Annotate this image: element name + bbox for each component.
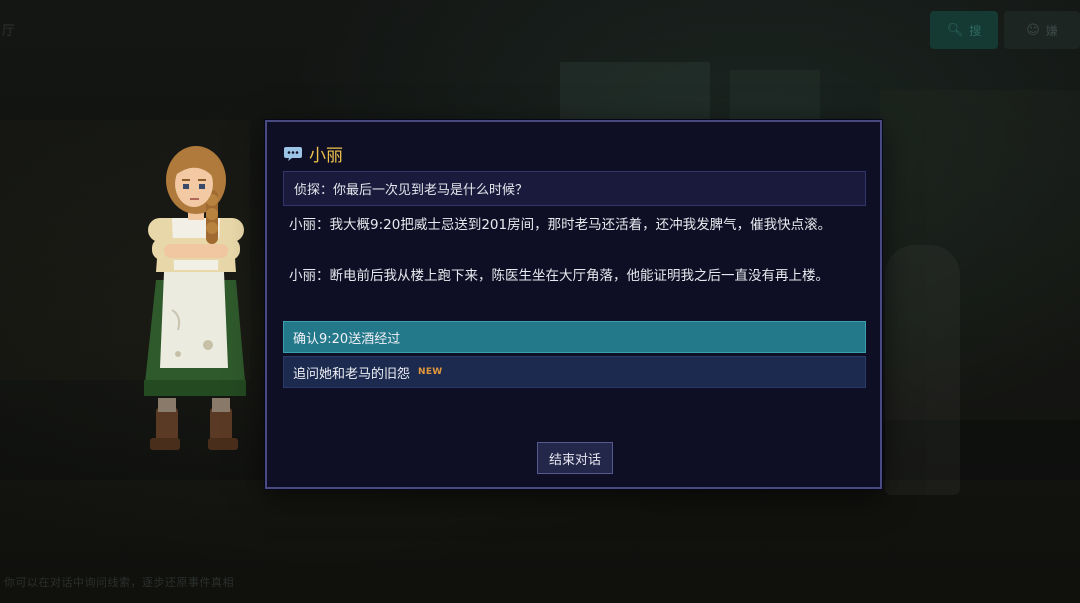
dialogue-line: 小丽：断电前后我从楼上跑下来，陈医生坐在大厅角落，他能证明我之后一直没有再上楼。 [289, 268, 829, 284]
character-portrait [144, 146, 246, 450]
background-window [730, 70, 820, 120]
question-text: 侦探：你最后一次见到老马是什么时候？ [294, 183, 529, 198]
suspects-button[interactable]: ☺ 嫌 [1004, 11, 1080, 49]
dialogue-line: 小丽：我大概9:20把威士忌送到201房间，那时老马还活着，还冲我发脾气，催我快… [289, 217, 832, 233]
dialogue-option-confirm[interactable]: 确认9:20送酒经过 [283, 321, 866, 353]
search-button[interactable]: 🔍︎ 搜 [930, 11, 998, 49]
option-label: 确认9:20送酒经过 [293, 331, 401, 347]
suspects-button-label: 嫌 [1045, 23, 1058, 38]
dialogue-option-ask-grudge[interactable]: 追问她和老马的旧怨 NEW [283, 356, 866, 388]
background-doctor-figure [885, 245, 960, 495]
end-dialogue-button[interactable]: 结束对话 [537, 442, 613, 474]
dialogue-header: 小丽 [283, 141, 343, 166]
location-title: 厅 [2, 24, 16, 39]
person-icon: ☺ [1026, 22, 1040, 38]
status-hint: 你可以在对话中询问线索，逐步还原事件真相 [4, 576, 234, 589]
dialogue-window: 小丽 侦探：你最后一次见到老马是什么时候？ 小丽：我大概9:20把威士忌送到20… [265, 120, 882, 489]
new-badge: NEW [418, 367, 443, 377]
detective-question: 侦探：你最后一次见到老马是什么时候？ [283, 171, 866, 206]
search-icon: 🔍︎ [946, 22, 964, 38]
option-label: 追问她和老马的旧怨 [293, 366, 411, 382]
game-scene: 厅 🔍︎ 搜 ☺ 嫌 你可以在对话中询问线索，逐步还原事件真相 小丽 侦探：你最… [0, 0, 1080, 603]
speech-bubble-icon [284, 146, 302, 161]
search-button-label: 搜 [969, 23, 982, 38]
speaker-name: 小丽 [309, 146, 343, 166]
